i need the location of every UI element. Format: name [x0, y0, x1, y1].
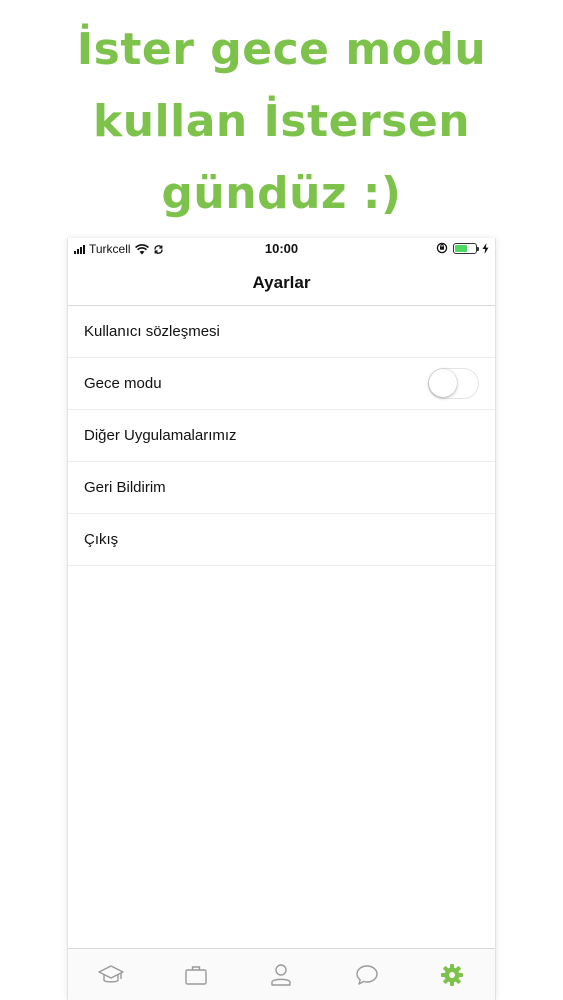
- navigation-bar: Ayarlar: [68, 260, 495, 306]
- settings-item-night-mode: Gece modu: [68, 358, 495, 410]
- toggle-knob: [429, 369, 457, 397]
- promo-line-2: kullan İstersen: [92, 96, 471, 147]
- page-title: Ayarlar: [252, 272, 311, 292]
- charging-icon: [482, 242, 489, 254]
- settings-item-logout[interactable]: Çıkış: [68, 514, 495, 566]
- tab-jobs[interactable]: [166, 955, 226, 995]
- settings-item-label: Gece modu: [84, 375, 162, 392]
- phone-screen: Turkcell 10:00 Ayarlar Kullanıcı sözleşm…: [67, 238, 496, 1000]
- settings-item-label: Çıkış: [84, 531, 119, 548]
- gear-icon: [441, 963, 464, 986]
- promo-header: İster gece modu kullan İstersen gündüz :…: [0, 0, 563, 238]
- settings-item-label: Diğer Uygulamalarımız: [84, 427, 237, 444]
- tab-messages[interactable]: [337, 955, 397, 995]
- briefcase-icon: [185, 965, 207, 985]
- settings-list: Kullanıcı sözleşmesi Gece modu Diğer Uyg…: [68, 306, 495, 566]
- tab-settings[interactable]: [422, 955, 482, 995]
- settings-item-label: Kullanıcı sözleşmesi: [84, 323, 220, 340]
- graduation-cap-icon: [97, 964, 124, 983]
- promo-line-1: İster gece modu: [76, 24, 487, 75]
- status-right: [436, 242, 489, 254]
- promo-line-3: gündüz :): [161, 168, 402, 219]
- settings-item-other-apps[interactable]: Diğer Uygulamalarımız: [68, 410, 495, 462]
- tab-profile[interactable]: [251, 955, 311, 995]
- status-bar: Turkcell 10:00: [68, 238, 495, 260]
- tab-courses[interactable]: [81, 955, 141, 995]
- settings-item-user-agreement[interactable]: Kullanıcı sözleşmesi: [68, 306, 495, 358]
- tab-bar: [68, 948, 495, 1000]
- user-icon: [271, 963, 292, 986]
- chat-bubble-icon: [356, 964, 378, 985]
- settings-item-feedback[interactable]: Geri Bildirim: [68, 462, 495, 514]
- settings-item-label: Geri Bildirim: [84, 479, 166, 496]
- battery-icon: [453, 242, 479, 254]
- orientation-lock-icon: [436, 242, 448, 254]
- status-time: 10:00: [264, 241, 299, 256]
- night-mode-toggle[interactable]: [428, 368, 479, 399]
